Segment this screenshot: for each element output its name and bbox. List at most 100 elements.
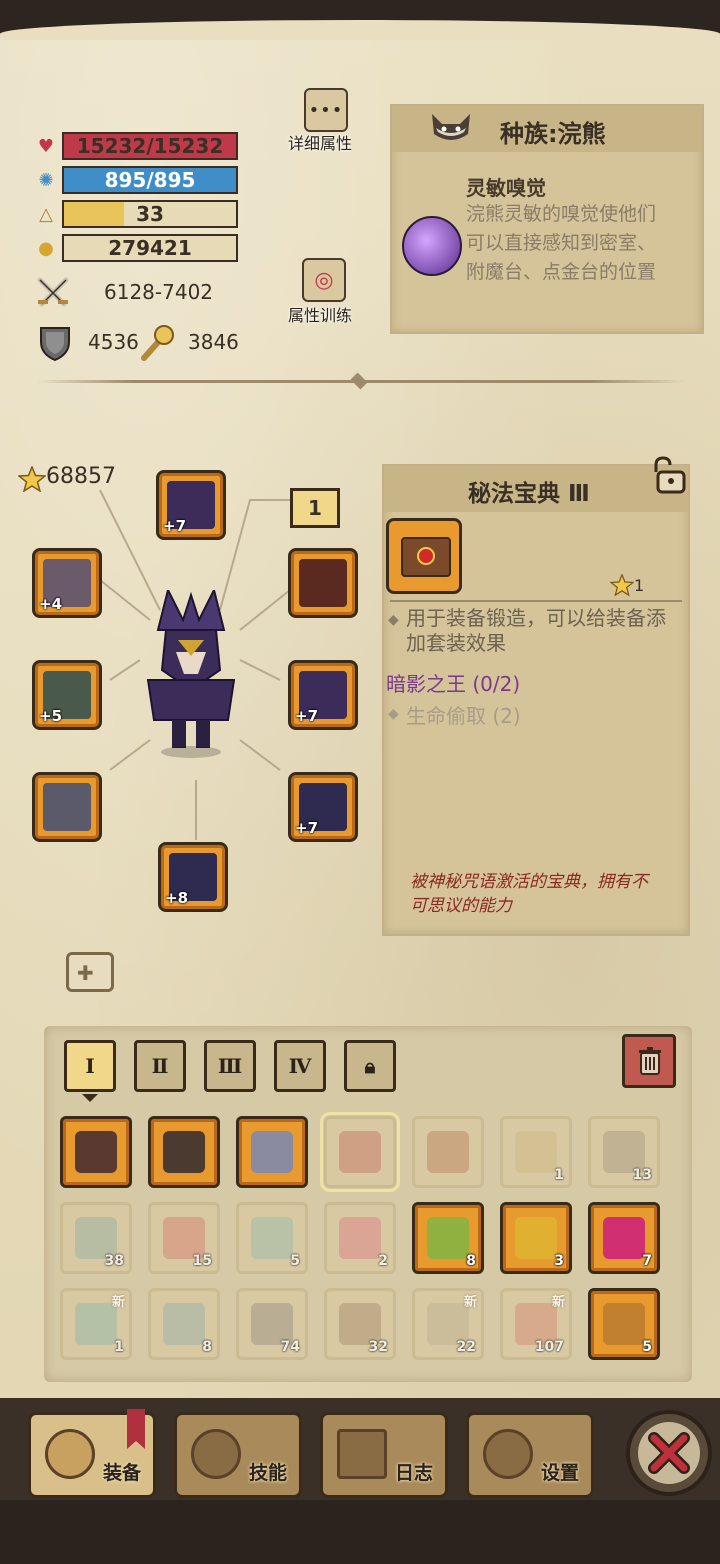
star-potion-icon [603,1217,645,1259]
inventory-item-pink-potion[interactable]: 2 [324,1202,396,1274]
race-title: 种族:浣熊 [500,120,606,148]
gold-icon: ● [38,238,54,259]
item-count: 13 [632,1167,652,1183]
skill-name: 灵敏嗅觉 [466,176,546,200]
heart-icon: ♥ [37,136,55,157]
nav-settings-button[interactable]: 设置 [466,1412,594,1498]
inventory-item-red-potion[interactable]: 15 [148,1202,220,1274]
inventory-item-pickaxe[interactable]: 13 [588,1116,660,1188]
item-flavor-text: 被神秘咒语激活的宝典，拥有不可思议的能力 [410,872,648,916]
crossed-swords-icon [36,276,70,310]
bullet-icon: ◆ [388,706,399,722]
equip-slot-ring[interactable]: +4 [32,548,102,618]
inventory-item-star-wand[interactable]: 1新 [60,1288,132,1360]
level-value: 33 [136,202,164,226]
teal-potion-icon [251,1217,293,1259]
scroll-icon [515,1131,557,1173]
nav-skills-label: 技能 [248,1462,287,1484]
mp-row: ✺ 895/895 [36,166,246,196]
nav-skills-button[interactable]: 技能 [174,1412,302,1498]
inventory-item-treasure-chest[interactable]: 5 [588,1288,660,1360]
gold-row: ● 279421 [36,234,246,264]
item-detail-panel: 秘法宝典 Ⅲ 1 ◆ 用于装备锻造，可以给装备添加套装效果 暗影之王 (0/2)… [382,464,690,936]
slot-level: +5 [39,707,63,725]
equip-slot-helmet[interactable]: +7 [156,470,226,540]
inventory-item-green-flask[interactable]: 8 [412,1202,484,1274]
inventory-item-spellbook[interactable] [320,1112,400,1192]
tab-1[interactable]: Ⅰ [64,1040,116,1092]
hero-character[interactable] [128,587,254,760]
slot-level: +7 [163,517,187,535]
bottom-bar-shadow [0,1500,720,1564]
mp-value: 895/895 [104,168,196,192]
inventory-item-shovel[interactable]: 22 新 [412,1288,484,1360]
set-name: 暗影之王 (0/2) [386,672,521,696]
mana-icon: ✺ [38,170,54,191]
tab-3[interactable]: Ⅲ [204,1040,256,1092]
armor-value: 4536 [88,330,139,354]
tab-locked[interactable]: 🔒︎ [344,1040,396,1092]
skill-icon [191,1429,241,1479]
equip-slot-cloak[interactable]: +7 [288,660,358,730]
item-count: 38 [104,1253,124,1269]
inventory-item-star-potion[interactable]: 7 [588,1202,660,1274]
axe-icon [45,1429,95,1479]
dark-boots-icon [163,1131,205,1173]
equip-slot-boots[interactable]: +8 [158,842,228,912]
equip-slot-gloves[interactable] [32,772,102,842]
unlock-icon[interactable] [648,456,688,494]
item-count: 3 [554,1253,564,1269]
close-button[interactable] [626,1410,712,1496]
close-icon [648,1432,690,1478]
item-title: 秘法宝典 Ⅲ [468,481,590,507]
item-count: 15 [192,1253,212,1269]
lock-icon: 🔒︎ [364,1054,376,1078]
rarity-star-icon [609,573,635,600]
new-badge: 新 [551,1295,565,1310]
item-count: 8 [202,1339,212,1355]
inventory-item-eye-scroll[interactable]: 38 [60,1202,132,1274]
hp-value: 15232/15232 [76,134,224,158]
nav-equipment-button[interactable]: 装备 [28,1409,156,1498]
shield-icon [38,324,72,362]
tab-4[interactable]: Ⅳ [274,1040,326,1092]
inventory-item-crate[interactable]: 32 [324,1288,396,1360]
slot-level: +7 [295,819,319,837]
equip-slot-armor[interactable]: +7 [288,772,358,842]
inventory-item-teal-potion[interactable]: 5 [236,1202,308,1274]
magic-staff-icon [140,324,176,362]
inventory-item-dark-armor[interactable] [60,1116,132,1188]
nav-log-button[interactable]: 日志 [320,1412,448,1498]
bookmark-ribbon [127,1409,145,1449]
mp-bar: 895/895 [62,166,238,194]
green-flask-icon [427,1217,469,1259]
level-bar: 33 [62,200,238,228]
inventory-item-amulet[interactable] [236,1116,308,1188]
gold-value: 279421 [108,236,192,260]
detail-attributes-button[interactable]: ••• [304,88,348,132]
new-badge: 新 [463,1295,477,1310]
inventory-item-dark-boots[interactable] [148,1116,220,1188]
gear-icon [483,1429,533,1479]
plus-icon: ✚ [77,961,94,985]
discard-button[interactable] [622,1034,676,1088]
equip-slot-weapon[interactable]: +5 [32,660,102,730]
inventory-item-hammer[interactable]: 8 [148,1288,220,1360]
gold-flask-icon [515,1217,557,1259]
green-book-icon [427,1131,469,1173]
inventory-item-stone-block[interactable]: 74 [236,1288,308,1360]
star-wand-icon [75,1303,117,1345]
new-badge: 新 [111,1295,125,1310]
inventory-item-meat[interactable]: 107 新 [500,1288,572,1360]
item-count: 2 [378,1253,388,1269]
inventory-item-green-book[interactable] [412,1116,484,1188]
item-count: 32 [368,1339,388,1355]
inventory-item-gold-flask[interactable]: 3 [500,1202,572,1274]
equip-slot-accessory[interactable] [288,548,358,618]
inventory-item-scroll[interactable]: 1 [500,1116,572,1188]
tab-2[interactable]: Ⅱ [134,1040,186,1092]
top-frame [0,0,720,40]
keen-smell-skill-icon [402,216,462,276]
attribute-training-button[interactable]: ◎ [302,258,346,302]
expand-button[interactable]: ✚ [66,952,114,992]
